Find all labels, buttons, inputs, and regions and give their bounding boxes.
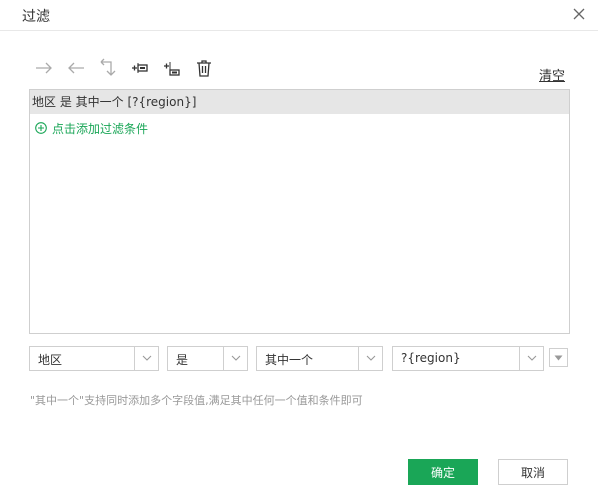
operator-select[interactable]: 是 <box>167 346 248 371</box>
clear-link[interactable]: 清空 <box>539 65 565 84</box>
field-select-value: 地区 <box>38 353 63 367</box>
chevron-down-icon <box>134 347 158 370</box>
field-select[interactable]: 地区 <box>29 346 159 371</box>
add-condition-icon[interactable] <box>130 58 150 78</box>
plus-circle-icon <box>35 122 47 134</box>
operator-select-value: 是 <box>176 353 189 367</box>
add-condition-link[interactable]: 点击添加过滤条件 <box>35 119 148 137</box>
filter-row-selected[interactable]: 地区 是 其中一个 [?{region}] <box>30 90 569 114</box>
chevron-down-icon <box>519 347 543 370</box>
ok-button[interactable]: 确定 <box>408 459 478 485</box>
arrow-right-icon[interactable] <box>34 58 54 78</box>
match-select-value: 其中一个 <box>265 353 314 367</box>
back-return-icon[interactable] <box>98 58 118 78</box>
add-group-icon[interactable] <box>162 58 182 78</box>
delete-icon[interactable] <box>194 58 214 78</box>
value-select-value: ?{region} <box>401 351 461 365</box>
chevron-down-icon <box>223 347 247 370</box>
value-type-dropdown[interactable] <box>549 348 568 367</box>
add-condition-label: 点击添加过滤条件 <box>52 121 149 136</box>
dialog-title: 过滤 <box>22 9 50 25</box>
chevron-down-icon <box>358 347 382 370</box>
caret-down-icon <box>554 355 563 361</box>
dialog-header: 过滤 <box>0 0 598 31</box>
cancel-button[interactable]: 取消 <box>498 459 568 485</box>
hint-text: "其中一个"支持同时添加多个字段值,满足其中任何一个值和条件即可 <box>30 394 363 407</box>
value-select[interactable]: ?{region} <box>392 346 544 371</box>
filter-list: 地区 是 其中一个 [?{region}] 点击添加过滤条件 <box>29 89 570 334</box>
match-select[interactable]: 其中一个 <box>256 346 383 371</box>
close-icon[interactable] <box>568 3 590 25</box>
arrow-left-icon[interactable] <box>66 58 86 78</box>
